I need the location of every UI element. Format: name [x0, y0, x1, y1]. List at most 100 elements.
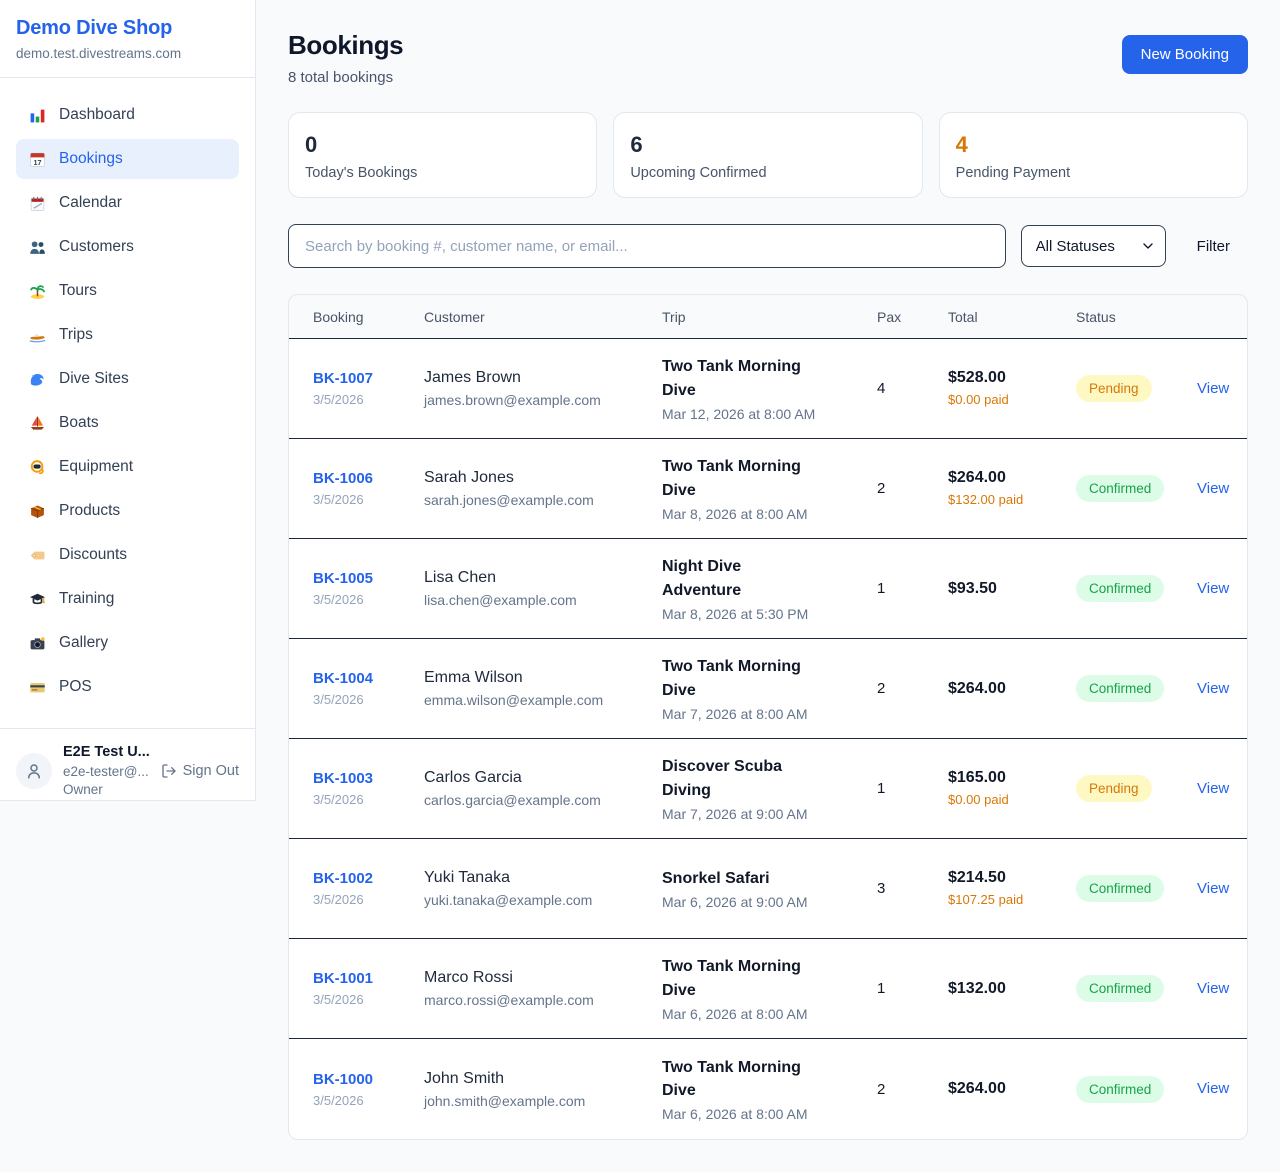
- total-amount: $264.00: [948, 1080, 1062, 1098]
- trip-datetime: Mar 6, 2026 at 9:00 AM: [662, 894, 863, 910]
- sign-out-icon: [161, 763, 177, 779]
- view-link[interactable]: View: [1197, 480, 1229, 497]
- sidebar-item-boats[interactable]: Boats: [16, 403, 239, 443]
- sidebar-item-label: Tours: [59, 282, 97, 300]
- booking-cell: BK-1007 3/5/2026: [313, 354, 424, 423]
- controls-row: All Statuses Filter: [288, 224, 1248, 268]
- booking-id-link[interactable]: BK-1003: [313, 770, 373, 787]
- booking-cell: BK-1003 3/5/2026: [313, 754, 424, 823]
- booking-id-link[interactable]: BK-1001: [313, 970, 373, 987]
- total-cell: $214.50 $107.25 paid: [948, 853, 1076, 925]
- actions-cell: View: [1197, 564, 1247, 614]
- page-subtitle: 8 total bookings: [288, 69, 403, 86]
- graduation-cap-icon: [28, 591, 47, 608]
- credit-card-icon: [28, 679, 47, 696]
- view-link[interactable]: View: [1197, 380, 1229, 397]
- tag-icon: [28, 547, 47, 564]
- brand-name[interactable]: Demo Dive Shop: [16, 17, 239, 40]
- trip-cell: Two Tank Morning Dive Mar 6, 2026 at 8:0…: [662, 1040, 877, 1138]
- booking-id-link[interactable]: BK-1005: [313, 570, 373, 587]
- column-header-status: Status: [1076, 309, 1197, 325]
- booking-id-link[interactable]: BK-1002: [313, 870, 373, 887]
- view-link[interactable]: View: [1197, 680, 1229, 697]
- status-cell: Pending: [1076, 759, 1197, 818]
- sidebar-item-dive-sites[interactable]: Dive Sites: [16, 359, 239, 399]
- sidebar-item-equipment[interactable]: Equipment: [16, 447, 239, 487]
- search-input[interactable]: [288, 224, 1006, 268]
- sidebar-item-label: POS: [59, 678, 92, 696]
- sidebar-item-label: Equipment: [59, 458, 133, 476]
- sidebar-item-products[interactable]: Products: [16, 491, 239, 531]
- booking-id-link[interactable]: BK-1004: [313, 670, 373, 687]
- customer-name: Marco Rossi: [424, 969, 648, 987]
- trip-cell: Two Tank Morning Dive Mar 6, 2026 at 8:0…: [662, 939, 877, 1037]
- booking-date: 3/5/2026: [313, 392, 410, 407]
- customer-cell: Yuki Tanaka yuki.tanaka@example.com: [424, 853, 662, 924]
- trip-datetime: Mar 6, 2026 at 8:00 AM: [662, 1106, 863, 1122]
- sidebar-item-gallery[interactable]: Gallery: [16, 623, 239, 663]
- calendar-date-icon: 17: [28, 151, 47, 168]
- status-badge: Confirmed: [1076, 875, 1164, 902]
- total-amount: $93.50: [948, 580, 1062, 598]
- column-header-customer: Customer: [424, 309, 662, 325]
- stat-label: Upcoming Confirmed: [630, 165, 905, 181]
- trip-title: Two Tank Morning Dive: [662, 355, 822, 401]
- status-cell: Confirmed: [1076, 559, 1197, 618]
- customer-email: john.smith@example.com: [424, 1093, 648, 1109]
- view-link[interactable]: View: [1197, 780, 1229, 797]
- user-email: e2e-tester@...: [63, 763, 150, 781]
- pax-cell: 3: [877, 864, 948, 913]
- status-filter-select[interactable]: All Statuses: [1021, 225, 1166, 267]
- total-amount: $165.00: [948, 769, 1062, 787]
- avatar: [16, 753, 52, 789]
- customer-name: Carlos Garcia: [424, 769, 648, 787]
- sign-out-button[interactable]: Sign Out: [161, 763, 239, 779]
- booking-date: 3/5/2026: [313, 692, 410, 707]
- sidebar-item-dashboard[interactable]: Dashboard: [16, 95, 239, 135]
- booking-cell: BK-1000 3/5/2026: [313, 1055, 424, 1124]
- table-body: BK-1007 3/5/2026 James Brown james.brown…: [289, 339, 1247, 1139]
- customer-cell: Carlos Garcia carlos.garcia@example.com: [424, 753, 662, 824]
- trip-datetime: Mar 12, 2026 at 8:00 AM: [662, 406, 863, 422]
- sidebar-item-label: Training: [59, 590, 114, 608]
- booking-id-link[interactable]: BK-1000: [313, 1071, 373, 1088]
- booking-cell: BK-1004 3/5/2026: [313, 654, 424, 723]
- trip-cell: Snorkel Safari Mar 6, 2026 at 9:00 AM: [662, 851, 877, 926]
- customer-email: carlos.garcia@example.com: [424, 792, 648, 808]
- view-link[interactable]: View: [1197, 980, 1229, 997]
- sidebar-item-trips[interactable]: Trips: [16, 315, 239, 355]
- actions-cell: View: [1197, 664, 1247, 714]
- booking-id-link[interactable]: BK-1007: [313, 370, 373, 387]
- pax-cell: 2: [877, 1065, 948, 1114]
- view-link[interactable]: View: [1197, 880, 1229, 897]
- status-filter: All Statuses: [1021, 225, 1166, 267]
- sidebar-item-training[interactable]: Training: [16, 579, 239, 619]
- column-header-trip: Trip: [662, 309, 877, 325]
- sidebar-item-calendar[interactable]: Calendar: [16, 183, 239, 223]
- customer-cell: John Smith john.smith@example.com: [424, 1054, 662, 1125]
- view-link[interactable]: View: [1197, 1080, 1229, 1097]
- booking-id-link[interactable]: BK-1006: [313, 470, 373, 487]
- sidebar-item-pos[interactable]: POS: [16, 667, 239, 707]
- trip-title: Two Tank Morning Dive: [662, 455, 822, 501]
- column-header-pax: Pax: [877, 309, 948, 325]
- total-amount: $214.50: [948, 869, 1062, 887]
- sidebar-item-discounts[interactable]: Discounts: [16, 535, 239, 575]
- actions-cell: View: [1197, 1064, 1247, 1114]
- sidebar-item-tours[interactable]: Tours: [16, 271, 239, 311]
- pax-cell: 2: [877, 664, 948, 713]
- pax-cell: 4: [877, 364, 948, 413]
- customer-email: james.brown@example.com: [424, 392, 648, 408]
- sidebar-item-customers[interactable]: Customers: [16, 227, 239, 267]
- view-link[interactable]: View: [1197, 580, 1229, 597]
- trip-cell: Night Dive Adventure Mar 8, 2026 at 5:30…: [662, 539, 877, 637]
- status-badge: Confirmed: [1076, 1076, 1164, 1103]
- sidebar-item-bookings[interactable]: 17Bookings: [16, 139, 239, 179]
- total-amount: $528.00: [948, 369, 1062, 387]
- filter-button[interactable]: Filter: [1181, 238, 1248, 255]
- trip-cell: Two Tank Morning Dive Mar 12, 2026 at 8:…: [662, 339, 877, 437]
- column-header-booking: Booking: [313, 309, 424, 325]
- speedboat-icon: [28, 327, 47, 344]
- new-booking-button[interactable]: New Booking: [1122, 35, 1248, 74]
- status-badge: Confirmed: [1076, 675, 1164, 702]
